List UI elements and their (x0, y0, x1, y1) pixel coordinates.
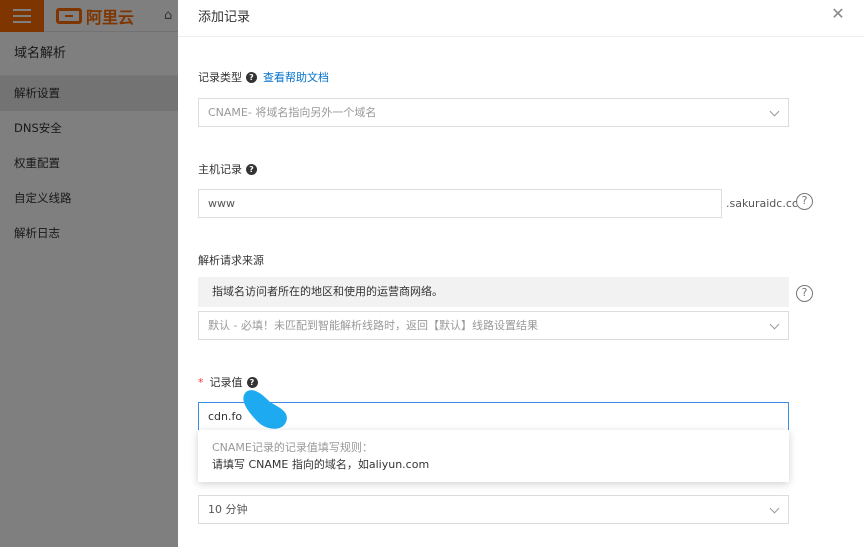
resolve-source-info: 指域名访问者所在的地区和使用的运营商网络。 (198, 277, 789, 307)
record-value-label-text: 记录值 (209, 376, 243, 389)
question-circle-icon[interactable]: ? (796, 193, 813, 210)
host-record-input[interactable]: www (198, 189, 722, 218)
ttl-value: 10 分钟 (208, 503, 248, 516)
add-record-drawer: 添加记录 ✕ 记录类型 ? 查看帮助文档 CNAME- 将域名指向另外一个域名 … (178, 0, 864, 547)
host-record-label: 主机记录 ? (198, 161, 257, 177)
help-icon[interactable]: ? (246, 71, 257, 83)
host-record-label-text: 主机记录 (198, 163, 242, 176)
required-mark: * (198, 375, 204, 389)
chevron-down-icon (769, 503, 780, 514)
close-icon[interactable]: ✕ (830, 6, 846, 22)
drawer-header: 添加记录 ✕ (178, 0, 864, 37)
chevron-down-icon (769, 106, 780, 117)
drawer-title: 添加记录 (198, 10, 251, 25)
record-type-label-text: 记录类型 (198, 71, 242, 84)
chevron-down-icon (769, 319, 780, 330)
help-doc-link[interactable]: 查看帮助文档 (263, 69, 329, 85)
ttl-select[interactable]: 10 分钟 (198, 495, 789, 524)
tooltip-body: 请填写 CNAME 指向的域名，如aliyun.com (212, 458, 430, 471)
record-value-tooltip: CNAME记录的记录值填写规则： 请填写 CNAME 指向的域名，如aliyun… (198, 430, 789, 482)
resolve-line-select[interactable]: 默认 - 必填！未匹配到智能解析线路时，返回【默认】线路设置结果 (198, 311, 789, 340)
record-type-value: CNAME- 将域名指向另外一个域名 (208, 106, 377, 119)
help-icon[interactable]: ? (246, 163, 257, 175)
question-circle-icon[interactable]: ? (796, 285, 813, 302)
resolve-source-label: 解析请求来源 (198, 254, 264, 267)
domain-suffix: .sakuraidc.cc (726, 197, 798, 210)
tooltip-title: CNAME记录的记录值填写规则： (212, 441, 373, 454)
record-type-select[interactable]: CNAME- 将域名指向另外一个域名 (198, 98, 789, 127)
record-type-label: 记录类型 ? 查看帮助文档 (198, 69, 329, 85)
redaction-mark (243, 390, 287, 429)
page: 阿里云 ⌂ 域名解析 解析设置 DNS安全 权重配置 自定义线路 解析日志 添加… (0, 0, 864, 547)
host-record-value: www (208, 197, 235, 210)
record-value-field[interactable] (208, 403, 788, 430)
resolve-line-value: 默认 - 必填！未匹配到智能解析线路时，返回【默认】线路设置结果 (208, 319, 538, 332)
